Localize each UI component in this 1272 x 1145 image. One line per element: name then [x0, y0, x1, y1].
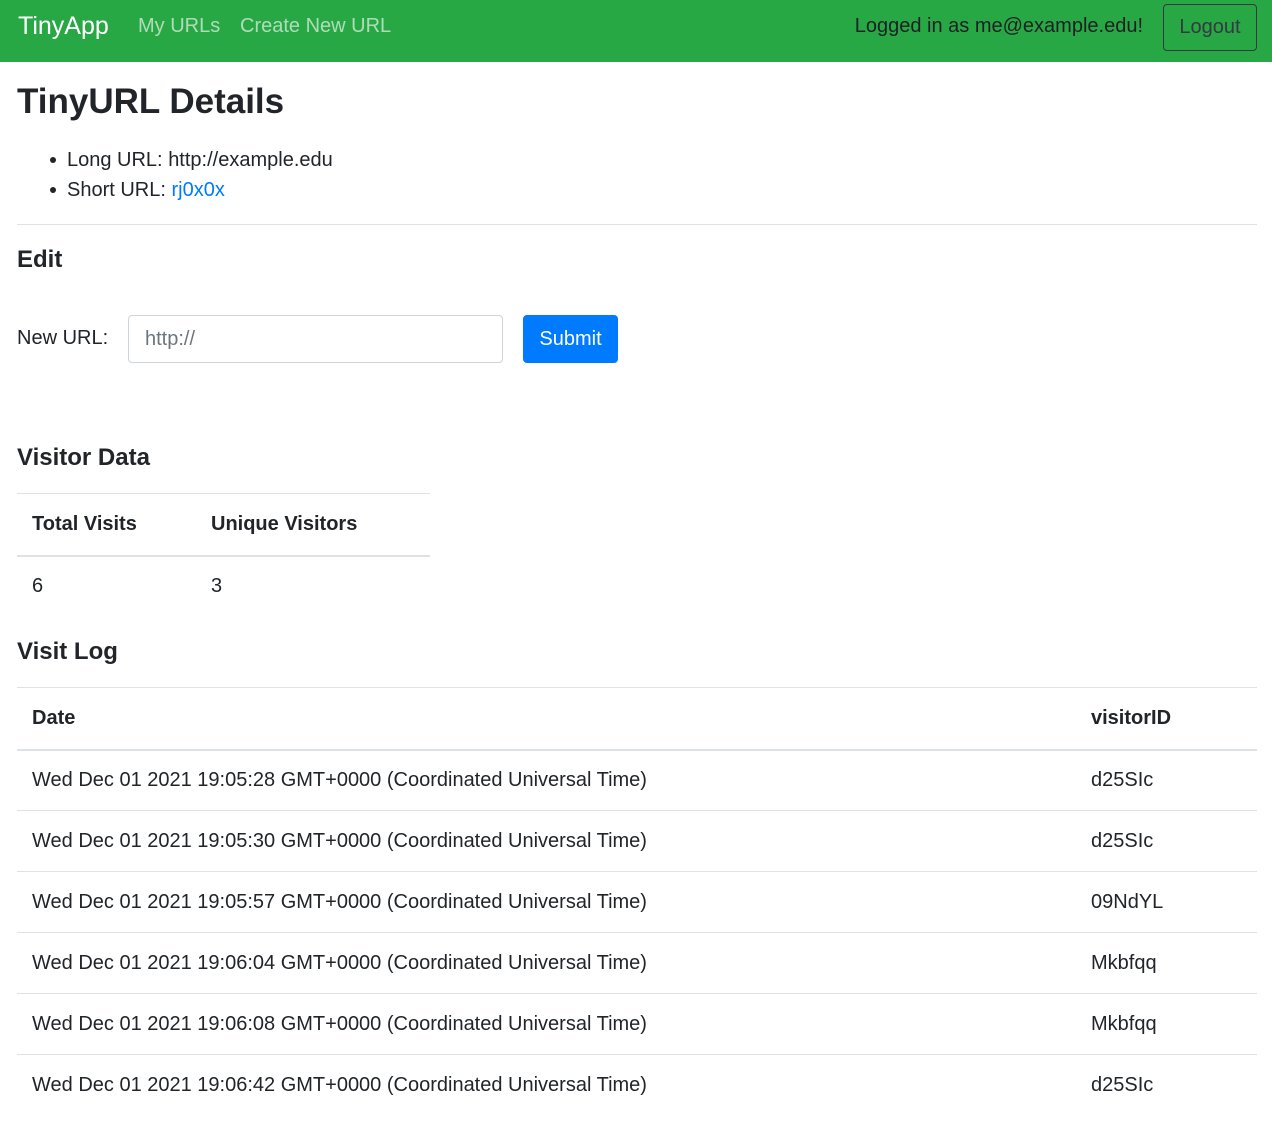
nav-my-urls-link[interactable]: My URLs [138, 14, 220, 38]
new-url-label: New URL: [17, 327, 109, 349]
visitor-id-cell: d25SIc [1076, 749, 1257, 811]
unique-visitors-value: 3 [211, 575, 223, 597]
short-url-label: Short URL: [67, 179, 166, 201]
visit-date-cell: Wed Dec 01 2021 19:05:30 GMT+0000 (Coord… [17, 810, 1076, 872]
edit-section-title: Edit [17, 246, 63, 273]
visitor-id-cell: Mkbfqq [1076, 932, 1257, 994]
table-row: Wed Dec 01 2021 19:06:42 GMT+0000 (Coord… [17, 1055, 1257, 1116]
table-header-row: Total Visits Unique Visitors [17, 493, 430, 557]
table-row: Wed Dec 01 2021 19:06:04 GMT+0000 (Coord… [17, 932, 1257, 994]
visit-date-cell: Wed Dec 01 2021 19:06:04 GMT+0000 (Coord… [17, 932, 1076, 994]
visit-log-title: Visit Log [17, 638, 118, 665]
navbar: TinyApp My URLs Create New URL Logged in… [0, 0, 1272, 62]
long-url-value: http://example.edu [168, 149, 333, 171]
total-visits-header: Total Visits [17, 493, 196, 557]
submit-button[interactable]: Submit [523, 315, 618, 363]
logged-in-status: Logged in as me@example.edu! [854, 15, 1143, 37]
table-row: Wed Dec 01 2021 19:05:28 GMT+0000 (Coord… [17, 749, 1257, 811]
total-visits-value: 6 [32, 575, 44, 597]
logout-button[interactable]: Logout [1163, 4, 1257, 51]
visitor-id-cell: 09NdYL [1076, 871, 1257, 933]
visitor-id-cell: Mkbfqq [1076, 993, 1257, 1055]
short-url-link[interactable]: rj0x0x [172, 179, 225, 201]
visitor-data-title: Visitor Data [17, 444, 150, 471]
brand-link[interactable]: TinyApp [18, 11, 109, 41]
section-divider [17, 224, 1257, 225]
visit-log-table: Date visitorID Wed Dec 01 2021 19:05:28 … [17, 687, 1257, 1116]
visitor-id-header: visitorID [1076, 687, 1257, 751]
unique-visitors-header: Unique Visitors [196, 493, 430, 557]
visit-date-cell: Wed Dec 01 2021 19:05:28 GMT+0000 (Coord… [17, 749, 1076, 811]
long-url-label: Long URL: [67, 149, 163, 171]
visitor-id-cell: d25SIc [1091, 1073, 1154, 1096]
table-row: Wed Dec 01 2021 19:05:30 GMT+0000 (Coord… [17, 810, 1257, 872]
visitor-data-table: Total Visits Unique Visitors 6 3 [17, 493, 430, 617]
new-url-input[interactable] [128, 315, 503, 363]
page-title: TinyURL Details [17, 82, 285, 121]
table-row: Wed Dec 01 2021 19:05:57 GMT+0000 (Coord… [17, 871, 1257, 933]
visit-date-cell: Wed Dec 01 2021 19:06:42 GMT+0000 (Coord… [32, 1073, 647, 1096]
short-url-item: Short URL: rj0x0x [17, 175, 333, 205]
long-url-item: Long URL: http://example.edu [17, 145, 333, 175]
table-row: 6 3 [17, 556, 430, 617]
visit-date-cell: Wed Dec 01 2021 19:05:57 GMT+0000 (Coord… [17, 871, 1076, 933]
date-header: Date [17, 687, 1076, 751]
table-header-row: Date visitorID [17, 687, 1257, 751]
visitor-id-cell: d25SIc [1076, 810, 1257, 872]
nav-create-new-url-link[interactable]: Create New URL [240, 14, 391, 38]
table-row: Wed Dec 01 2021 19:06:08 GMT+0000 (Coord… [17, 993, 1257, 1055]
url-details-list: Long URL: http://example.edu Short URL: … [17, 145, 333, 205]
visit-date-cell: Wed Dec 01 2021 19:06:08 GMT+0000 (Coord… [17, 993, 1076, 1055]
